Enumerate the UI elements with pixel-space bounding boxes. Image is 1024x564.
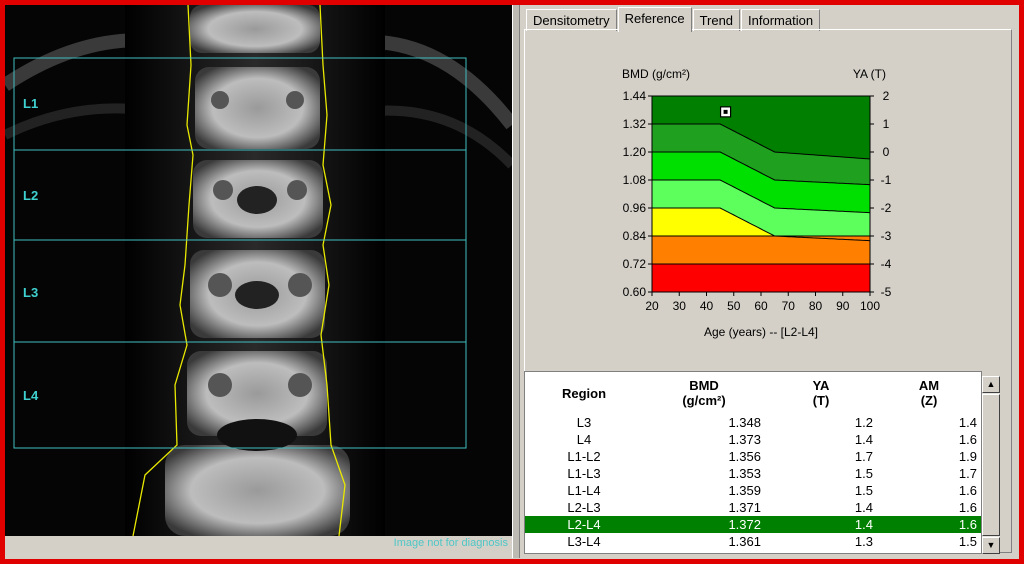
y-tick-left: 1.08: [623, 173, 647, 187]
scroll-down-arrow-icon[interactable]: ▼: [982, 537, 1000, 554]
results-table: Region BMD (g/cm²) YA (T) AM (Z) L3 1.348 1.2…: [524, 371, 982, 554]
row-ya: 1.2: [854, 415, 873, 430]
image-status-bar: Image not for diagnosis: [5, 536, 512, 553]
x-tick: 20: [645, 299, 659, 313]
roi-label-l3: L3: [23, 285, 39, 300]
row-am: 1.6: [958, 500, 977, 515]
x-tick: 50: [727, 299, 741, 313]
row-region: L2-L3: [567, 500, 601, 515]
image-disclaimer: Image not for diagnosis: [393, 537, 508, 549]
row-bmd: 1.361: [728, 534, 761, 549]
header-ya: YA (T): [812, 378, 830, 408]
table-row[interactable]: L3 1.348 1.2 1.4: [525, 414, 981, 431]
row-ya: 1.5: [854, 466, 873, 481]
row-region: L1-L2: [567, 449, 601, 464]
tab-bar: Densitometry Reference Trend Information: [526, 7, 821, 32]
y-tick-left: 1.44: [623, 89, 647, 103]
row-am: 1.5: [958, 534, 977, 549]
row-am: 1.4: [958, 415, 977, 430]
table-row[interactable]: L2-L3 1.371 1.4 1.6: [525, 499, 981, 516]
row-bmd: 1.356: [728, 449, 761, 464]
row-bmd: 1.373: [728, 432, 761, 447]
x-axis-label: Age (years) -- [L2-L4]: [704, 325, 818, 339]
y-axis-left-label: BMD (g/cm²): [622, 67, 690, 81]
x-tick: 80: [809, 299, 823, 313]
y-tick-right: 1: [883, 117, 890, 131]
tab-trend[interactable]: Trend: [692, 9, 741, 31]
tab-densitometry[interactable]: Densitometry: [526, 9, 617, 31]
header-am: AM (Z): [918, 378, 940, 408]
row-region: L2-L4: [567, 517, 601, 532]
row-region: L3: [576, 415, 592, 430]
pane-splitter[interactable]: [512, 5, 520, 558]
table-row[interactable]: L1-L2 1.356 1.7 1.9: [525, 448, 981, 465]
row-region: L1-L3: [567, 466, 601, 481]
scroll-thumb[interactable]: [982, 394, 1000, 536]
y-tick-right: -2: [881, 201, 892, 215]
reference-chart: 1.44 1.32 1.20 1.08 0.96 0.84 0.72 0.60 2 1 0 -1 -2 -…: [622, 67, 892, 339]
y-axis-right-label: YA (T): [853, 67, 886, 81]
x-tick: 100: [860, 299, 880, 313]
table-row[interactable]: L3-L4 1.361 1.3 1.5: [525, 533, 981, 550]
x-tick: 60: [754, 299, 768, 313]
y-tick-left: 0.84: [623, 229, 647, 243]
row-region: L4: [576, 432, 592, 447]
y-tick-left: 1.20: [623, 145, 647, 159]
tab-reference[interactable]: Reference: [617, 7, 692, 32]
tab-information[interactable]: Information: [741, 9, 821, 31]
row-bmd: 1.348: [728, 415, 761, 430]
row-bmd: 1.359: [728, 483, 761, 498]
y-tick-right: -4: [881, 257, 892, 271]
y-tick-right: -3: [881, 229, 892, 243]
table-header-row: Region BMD (g/cm²) YA (T) AM (Z): [525, 372, 981, 414]
roi-label-l4: L4: [23, 388, 39, 403]
y-tick-left: 0.60: [623, 285, 647, 299]
spine-xray-graphic: [5, 5, 512, 536]
header-region: Region: [561, 385, 607, 401]
row-region: L3-L4: [567, 534, 601, 549]
row-ya: 1.5: [854, 483, 873, 498]
table-row[interactable]: L4 1.373 1.4 1.6: [525, 431, 981, 448]
table-scrollbar[interactable]: ▲ ▼: [982, 376, 1000, 554]
x-tick: 30: [673, 299, 687, 313]
roi-label-l2: L2: [23, 188, 39, 203]
y-tick-left: 0.96: [623, 201, 647, 215]
x-tick: 90: [836, 299, 850, 313]
header-bmd: BMD (g/cm²): [682, 378, 726, 408]
y-tick-left: 1.32: [623, 117, 647, 131]
reference-panel: Densitometry Reference Trend Information…: [520, 5, 1019, 558]
spine-xray-image[interactable]: L1 L2 L3 L4: [5, 5, 512, 553]
row-bmd: 1.372: [728, 517, 761, 532]
table-row[interactable]: L1-L3 1.353 1.5 1.7: [525, 465, 981, 482]
row-am: 1.9: [958, 449, 977, 464]
y-tick-right: 2: [883, 89, 890, 103]
row-ya: 1.4: [854, 517, 873, 532]
row-bmd: 1.371: [728, 500, 761, 515]
y-tick-right: -5: [881, 285, 892, 299]
row-region: L1-L4: [567, 483, 601, 498]
roi-label-l1: L1: [23, 96, 39, 111]
row-ya: 1.3: [854, 534, 873, 549]
row-ya: 1.4: [854, 500, 873, 515]
band-6: [652, 264, 870, 292]
table-row[interactable]: L1-L4 1.359 1.5 1.6: [525, 482, 981, 499]
y-tick-right: 0: [883, 145, 890, 159]
y-tick-right: -1: [881, 173, 892, 187]
row-ya: 1.4: [854, 432, 873, 447]
x-tick: 70: [782, 299, 796, 313]
row-am: 1.6: [958, 483, 977, 498]
scroll-up-arrow-icon[interactable]: ▲: [982, 376, 1000, 393]
x-tick: 40: [700, 299, 714, 313]
row-bmd: 1.353: [728, 466, 761, 481]
row-am: 1.6: [958, 517, 977, 532]
row-am: 1.6: [958, 432, 977, 447]
reference-bands: [652, 96, 870, 292]
band-5: [652, 236, 870, 264]
y-tick-left: 0.72: [623, 257, 647, 271]
row-ya: 1.7: [854, 449, 873, 464]
table-row[interactable]: L2-L4 1.372 1.4 1.6: [525, 516, 981, 533]
row-am: 1.7: [958, 466, 977, 481]
patient-marker-dot: [723, 109, 728, 114]
